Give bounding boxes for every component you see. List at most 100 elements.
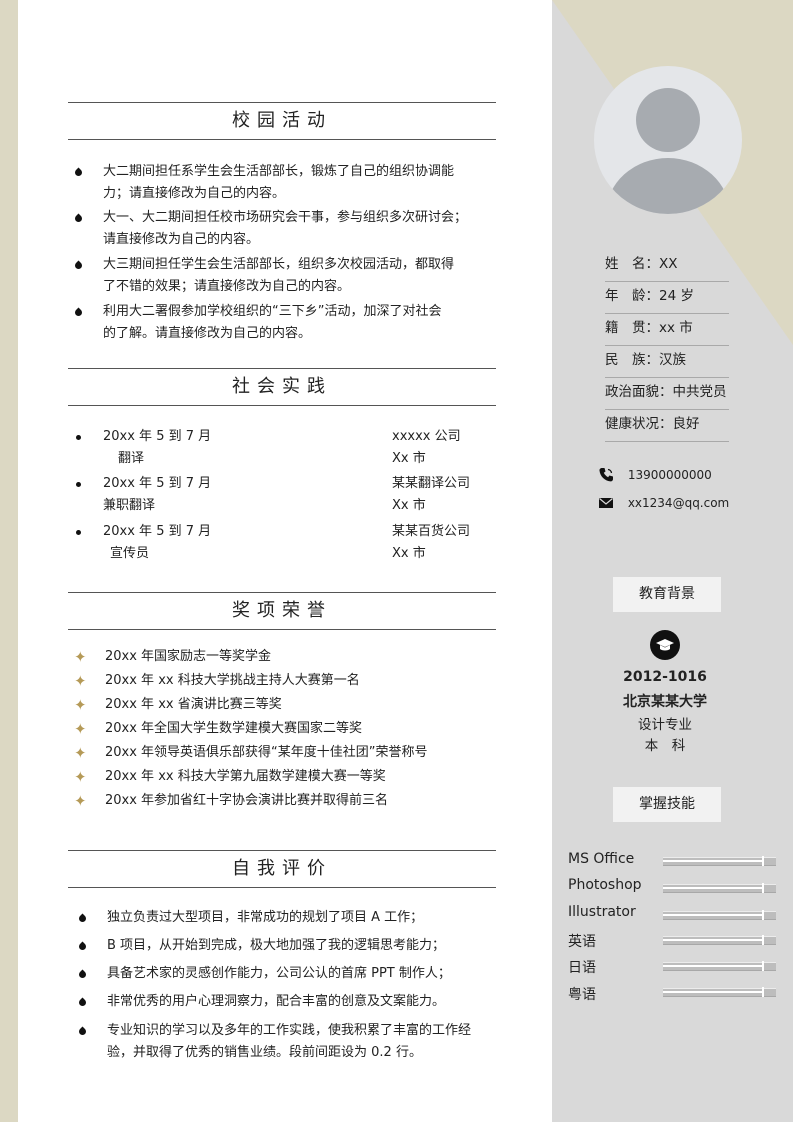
bullet-drop-icon	[77, 913, 88, 924]
section-title-self: 自我评价	[68, 850, 496, 888]
award-item: 20xx 年 xx 科技大学第九届数学建模大赛一等奖	[105, 769, 386, 784]
skill-bar	[663, 910, 776, 920]
bullet-drop-icon	[77, 941, 88, 952]
skill-name: 日语	[568, 960, 596, 976]
list-item: 专业知识的学习以及多年的工作实践，使我积累了丰富的工作经 验，并取得了优秀的销售业…	[107, 1020, 471, 1064]
section-title-campus: 校园活动	[68, 102, 496, 140]
bullet-star-icon: ✦	[74, 672, 87, 690]
list-item-line: 非常优秀的用户心理洞察力，配合丰富的创意及文案能力。	[107, 994, 446, 1009]
bullet-drop-icon	[77, 969, 88, 980]
info-label: 民 族：	[605, 352, 659, 368]
email-address: xx1234@qq.com	[627, 495, 730, 510]
phone-icon	[599, 468, 613, 482]
info-row: 年 龄：24 岁	[605, 282, 729, 314]
info-row: 籍 贯：xx 市	[605, 314, 729, 346]
info-value: 中共党员	[672, 384, 727, 400]
info-label: 健康状况：	[605, 416, 673, 432]
award-item: 20xx 年国家励志一等奖学金	[105, 649, 272, 664]
education-school: 北京某某大学	[623, 694, 707, 710]
graduation-cap-icon	[650, 630, 680, 660]
bullet-star-icon: ✦	[74, 696, 87, 714]
skill-bar	[663, 987, 776, 997]
list-item: 大三期间担任学生会生活部部长，组织多次校园活动，都取得 了不错的效果；请直接修改为…	[103, 254, 454, 298]
list-item: 大二期间担任系学生会生活部部长，锻炼了自己的组织协调能 力；请直接修改为自己的内容…	[103, 161, 454, 205]
practice-company: 某某翻译公司	[392, 476, 471, 491]
bullet-drop-icon	[73, 167, 84, 178]
bullet-star-icon: ✦	[74, 648, 87, 666]
skill-bar-fill	[663, 860, 762, 862]
practice-city: Xx 市	[392, 451, 426, 466]
award-item: 20xx 年领导英语俱乐部获得“某年度十佳社团”荣誉称号	[105, 745, 428, 760]
skill-bar	[663, 856, 776, 866]
skill-bar-handle	[762, 910, 764, 920]
info-row: 姓 名：XX	[605, 250, 729, 282]
practice-date: 20xx 年 5 到 7 月	[103, 524, 212, 539]
bullet-drop-icon	[77, 997, 88, 1008]
list-item: 非常优秀的用户心理洞察力，配合丰富的创意及文案能力。	[107, 991, 445, 1013]
info-value: 24 岁	[659, 288, 694, 304]
info-row: 民 族：汉族	[605, 346, 729, 378]
skill-bar-handle	[762, 935, 764, 945]
practice-date: 20xx 年 5 到 7 月	[103, 429, 212, 444]
info-value: xx 市	[659, 320, 693, 336]
practice-city: Xx 市	[392, 498, 426, 513]
practice-company: 某某百货公司	[392, 524, 471, 539]
bullet-drop-icon	[73, 307, 84, 318]
email-contact: xx1234@qq.com	[598, 495, 729, 511]
info-label: 政治面貌：	[605, 384, 673, 400]
info-row: 政治面貌：中共党员	[605, 378, 729, 410]
skill-bar-fill	[663, 965, 762, 967]
section-title-practice: 社会实践	[68, 368, 496, 406]
bullet-drop-icon	[73, 213, 84, 224]
practice-role: 兼职翻译	[103, 498, 156, 513]
education-major: 设计专业	[638, 717, 692, 733]
list-item: 具备艺术家的灵感创作能力，公司公认的首席 PPT 制作人；	[107, 963, 451, 985]
award-item: 20xx 年全国大学生数学建模大赛国家二等奖	[105, 721, 363, 736]
list-item: B 项目，从开始到完成，极大地加强了我的逻辑思考能力；	[107, 935, 445, 957]
list-item-line: 具备艺术家的灵感创作能力，公司公认的首席 PPT 制作人；	[107, 966, 451, 981]
list-item-line: 大三期间担任学生会生活部部长，组织多次校园活动，都取得	[103, 257, 455, 272]
skill-name: Illustrator	[568, 904, 636, 920]
skill-name: 粤语	[568, 987, 596, 1003]
skill-name: 英语	[568, 934, 596, 950]
list-item-line: 的了解。请直接修改为自己的内容。	[103, 326, 312, 341]
bullet-star-icon: ✦	[74, 720, 87, 738]
skill-name: Photoshop	[568, 877, 642, 893]
practice-date: 20xx 年 5 到 7 月	[103, 476, 212, 491]
list-item-line: B 项目，从开始到完成，极大地加强了我的逻辑思考能力；	[107, 938, 446, 953]
left-decor-strip	[0, 0, 18, 1122]
list-item-line: 大一、大二期间担任校市场研究会干事，参与组织多次研讨会；	[103, 210, 468, 225]
skill-bar-handle	[762, 856, 764, 866]
skill-bar	[663, 961, 776, 971]
education-years: 2012-1016	[623, 669, 707, 685]
skill-name: MS Office	[568, 851, 635, 867]
practice-company: xxxxx 公司	[392, 429, 461, 444]
practice-city: Xx 市	[392, 546, 426, 561]
list-item: 大一、大二期间担任校市场研究会干事，参与组织多次研讨会； 请直接修改为自己的内容。	[103, 207, 467, 251]
education-heading: 教育背景	[613, 577, 721, 612]
avatar	[594, 66, 742, 214]
bullet-drop-icon	[73, 260, 84, 271]
list-item-line: 专业知识的学习以及多年的工作实践，使我积累了丰富的工作经	[107, 1023, 472, 1038]
phone-number: 13900000000	[627, 467, 712, 482]
bullet-star-icon: ✦	[74, 792, 87, 810]
bullet-dot-icon	[76, 435, 81, 440]
list-item-line: 力；请直接修改为自己的内容。	[103, 186, 286, 201]
list-item-line: 大二期间担任系学生会生活部部长，锻炼了自己的组织协调能	[103, 164, 455, 179]
skill-bar-handle	[762, 987, 764, 997]
skill-bar-fill	[663, 939, 762, 941]
bullet-star-icon: ✦	[74, 744, 87, 762]
info-value: 汉族	[659, 352, 686, 368]
skill-bar-fill	[663, 914, 762, 916]
skill-bar-fill	[663, 991, 762, 993]
list-item-line: 请直接修改为自己的内容。	[103, 232, 260, 247]
list-item: 利用大二署假参加学校组织的“三下乡”活动，加深了对社会 的了解。请直接修改为自己的…	[103, 301, 441, 345]
practice-role: 翻译	[118, 451, 145, 466]
info-label: 籍 贯：	[605, 320, 659, 336]
practice-role: 宣传员	[110, 546, 150, 561]
bullet-star-icon: ✦	[74, 768, 87, 786]
bullet-drop-icon	[77, 1026, 88, 1037]
info-value: 良好	[672, 416, 700, 432]
envelope-icon	[599, 498, 613, 508]
info-label: 姓 名：	[605, 256, 659, 272]
